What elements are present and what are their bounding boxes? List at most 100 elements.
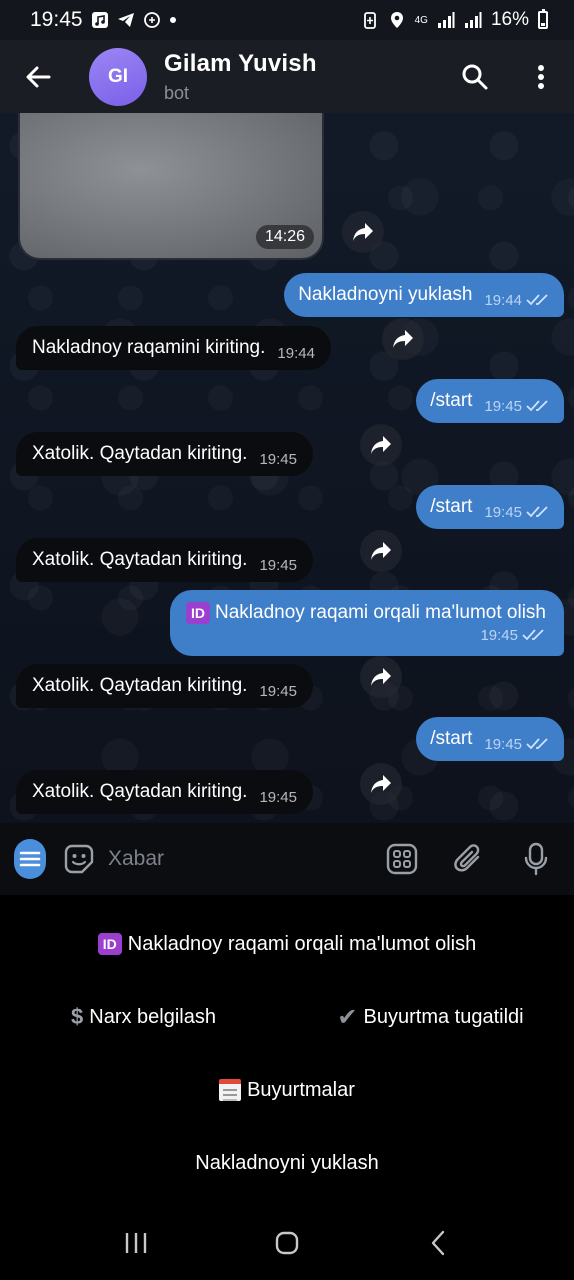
photo-time: 14:26 [255, 225, 314, 249]
search-icon [462, 64, 488, 89]
message-time: 19:45 [259, 556, 297, 574]
share-button[interactable] [342, 211, 384, 253]
message-time: 19:45 [484, 397, 522, 415]
photo-message[interactable]: 14:26 [18, 113, 324, 260]
share-button[interactable] [360, 763, 402, 805]
message-outgoing[interactable]: ID Nakladnoy raqami orqali ma'lumot olish… [170, 590, 564, 656]
message-text: /start [430, 496, 473, 517]
message-text: /start [430, 728, 473, 749]
keyboard-button-label: Buyurtma tugatildi [363, 1005, 524, 1028]
bot-commands-button[interactable] [379, 837, 424, 882]
keyboard-grid-icon [386, 843, 417, 875]
message-time: 19:45 [484, 735, 522, 753]
bot-keyboard: ID Nakladnoy raqami orqali ma'lumot olis… [0, 895, 574, 1205]
keyboard-button-narx[interactable]: $ Narx belgilash [0, 981, 287, 1053]
message-outgoing[interactable]: Nakladnoyni yuklash 19:44 [284, 273, 564, 317]
keyboard-button-buyurtma-tugatildi[interactable]: ✔ Buyurtma tugatildi [287, 981, 574, 1053]
battery-percent: 16% [490, 9, 529, 30]
microphone-icon [524, 842, 547, 876]
message-incoming[interactable]: Xatolik. Qaytadan kiriting. 19:45 [16, 538, 313, 582]
share-arrow-icon [371, 436, 391, 454]
keyboard-button-nakladnoy-info[interactable]: ID Nakladnoy raqami orqali ma'lumot olis… [0, 908, 574, 980]
chat-header: GI Gilam Yuvish bot [0, 40, 574, 113]
home-button[interactable] [257, 1213, 317, 1273]
dot-icon [169, 17, 176, 23]
avatar[interactable]: GI [89, 47, 147, 106]
keyboard-button-label: Nakladnoy raqami orqali ma'lumot olish [127, 932, 477, 955]
status-bar: 19:45 4G 16% [0, 0, 574, 40]
message-time: 19:45 [259, 682, 297, 700]
message-incoming[interactable]: Xatolik. Qaytadan kiriting. 19:45 [16, 664, 313, 708]
share-arrow-icon [393, 330, 413, 348]
message-outgoing[interactable]: /start 19:45 [416, 379, 564, 423]
double-check-icon [522, 629, 544, 641]
message-text: Nakladnoy raqami orqali ma'lumot olish [215, 602, 546, 624]
keyboard-button-buyurtmalar[interactable]: Buyurtmalar [0, 1054, 574, 1126]
message-text: /start [430, 390, 473, 411]
system-nav-bar [0, 1205, 574, 1280]
whatsapp-icon [143, 12, 160, 28]
music-icon [91, 12, 108, 28]
message-text: Xatolik. Qaytadan kiriting. [32, 781, 248, 802]
message-outgoing[interactable]: /start 19:45 [416, 485, 564, 529]
emoji-button[interactable] [62, 841, 96, 877]
message-time: 19:45 [259, 788, 297, 806]
share-arrow-icon [371, 668, 391, 686]
message-input-bar [0, 823, 574, 895]
double-check-icon [526, 400, 548, 412]
chat-area[interactable]: 14:26 Nakladnoyni yuklash 19:44 Nakladno… [0, 113, 574, 823]
share-button[interactable] [360, 656, 402, 698]
id-badge-icon: ID [186, 602, 210, 625]
recents-icon [125, 1232, 146, 1253]
share-button[interactable] [360, 424, 402, 466]
menu-icon [19, 851, 41, 867]
double-check-icon [526, 294, 548, 306]
message-text: Xatolik. Qaytadan kiriting. [32, 443, 248, 464]
message-time: 19:45 [480, 626, 518, 644]
message-text: Nakladnoy raqamini kiriting. [32, 337, 266, 358]
more-options-button[interactable] [508, 40, 574, 113]
message-text: Nakladnoyni yuklash [298, 284, 473, 305]
keyboard-button-label: Buyurtmalar [247, 1078, 355, 1101]
share-arrow-icon [371, 775, 391, 793]
paperclip-icon [453, 844, 479, 872]
double-check-icon [526, 738, 548, 750]
double-check-icon [526, 506, 548, 518]
share-button[interactable] [360, 530, 402, 572]
home-icon [275, 1231, 299, 1254]
bot-menu-button[interactable] [14, 839, 46, 879]
search-button[interactable] [442, 40, 508, 113]
signal-icon [437, 12, 455, 28]
message-time: 19:45 [484, 503, 522, 521]
signal-icon-2 [464, 12, 482, 28]
id-badge-icon: ID [97, 933, 122, 955]
message-outgoing[interactable]: /start 19:45 [416, 717, 564, 761]
message-time: 19:44 [484, 291, 522, 309]
battery-icon [538, 9, 548, 29]
voice-button[interactable] [513, 837, 558, 882]
calendar-icon [219, 1079, 242, 1101]
check-icon: ✔ [337, 1003, 358, 1031]
message-text: Xatolik. Qaytadan kiriting. [32, 549, 248, 570]
network-type: 4G [414, 14, 428, 26]
recents-button[interactable] [106, 1213, 166, 1273]
keyboard-button-label: Nakladnoyni yuklash [195, 1151, 379, 1174]
share-button[interactable] [382, 318, 424, 360]
back-button[interactable] [0, 40, 76, 113]
location-icon [390, 12, 403, 28]
message-incoming[interactable]: Xatolik. Qaytadan kiriting. 19:45 [16, 432, 313, 476]
keyboard-button-nakladnoyni-yuklash[interactable]: Nakladnoyni yuklash [0, 1127, 574, 1199]
system-back-button[interactable] [408, 1213, 468, 1273]
attach-button[interactable] [446, 837, 491, 882]
title-block[interactable]: Gilam Yuvish bot [164, 50, 317, 104]
message-incoming[interactable]: Nakladnoy raqamini kiriting. 19:44 [16, 326, 331, 370]
message-time: 19:44 [277, 344, 315, 362]
chevron-left-icon [432, 1230, 445, 1255]
telegram-icon [117, 13, 134, 27]
arrow-left-icon [26, 66, 51, 87]
message-time: 19:45 [259, 450, 297, 468]
message-incoming[interactable]: Xatolik. Qaytadan kiriting. 19:45 [16, 770, 313, 814]
message-input[interactable] [108, 847, 379, 871]
share-arrow-icon [353, 223, 373, 241]
chat-title[interactable]: Gilam Yuvish [164, 50, 317, 78]
